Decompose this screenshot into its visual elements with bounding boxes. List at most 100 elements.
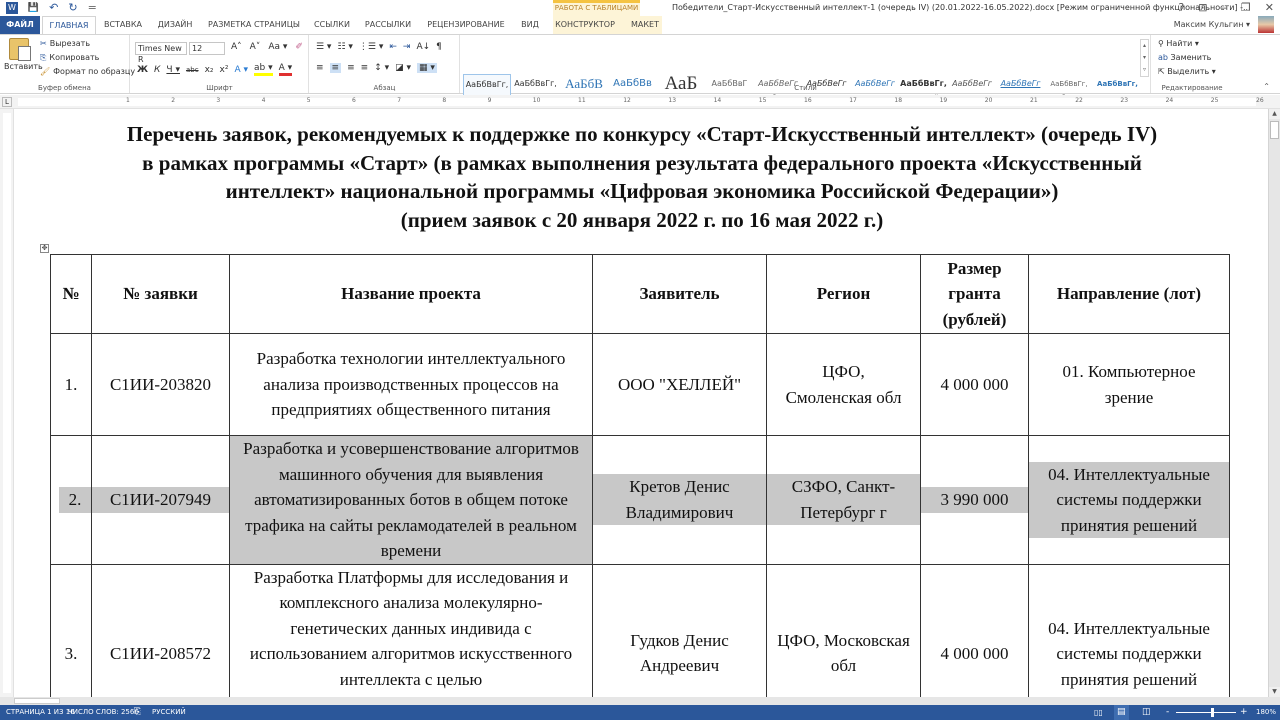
cell-applicant[interactable]: ООО "ХЕЛЛЕЙ" xyxy=(592,333,767,436)
cell-num[interactable]: 1. xyxy=(50,333,92,436)
tab-selector[interactable]: L xyxy=(2,97,12,107)
select-button[interactable]: ⇱ Выделить ▾ xyxy=(1158,67,1216,76)
cell-num[interactable]: 3. xyxy=(50,563,92,697)
increase-indent-button[interactable]: ⇥ xyxy=(403,42,411,52)
tab-mailings[interactable]: РАССЫЛКИ xyxy=(362,16,414,34)
change-case-button[interactable]: Aa ▾ xyxy=(268,42,287,52)
cell-region[interactable]: СЗФО, Санкт-Петербург г xyxy=(766,435,921,565)
proofing-icon[interactable]: ⎘ xyxy=(134,705,141,720)
read-mode-icon[interactable]: ▯▯ xyxy=(1094,705,1103,720)
horizontal-ruler[interactable]: L 1 2 3 4 5 6 7 8 9 10 11 12 13 14 15 16 17 18 19 20 21 22 23 2… xyxy=(0,95,1280,109)
shrink-font-button[interactable]: A˅ xyxy=(250,42,261,52)
undo-icon[interactable]: ↶ xyxy=(49,2,58,14)
grow-font-button[interactable]: A˄ xyxy=(231,42,242,52)
cell-project[interactable]: Разработка Платформы для исследования и … xyxy=(229,563,593,697)
cell-grant[interactable]: 3 990 000 xyxy=(920,435,1029,565)
cell-num[interactable]: 2. xyxy=(50,435,92,565)
clear-format-icon[interactable]: ✐ xyxy=(295,42,303,52)
cell-lot[interactable]: 01. Компьютерное зрение xyxy=(1028,333,1230,436)
shading-button[interactable]: ◪ ▾ xyxy=(395,63,411,73)
line-spacing-button[interactable]: ↕ ▾ xyxy=(374,63,389,73)
cell-app-id[interactable]: С1ИИ-207949 xyxy=(91,435,230,565)
save-icon[interactable]: 💾 xyxy=(28,2,39,14)
bullets-button[interactable]: ☰ ▾ xyxy=(316,42,331,52)
close-icon[interactable]: ✕ xyxy=(1265,1,1274,14)
bold-button[interactable]: Ж xyxy=(137,65,148,75)
minimize-icon[interactable]: – xyxy=(1221,1,1227,14)
copy-button[interactable]: ⎘ Копировать xyxy=(40,53,99,63)
zoom-slider-thumb[interactable] xyxy=(1211,708,1214,717)
scroll-up-icon[interactable]: ▲ xyxy=(1269,109,1280,119)
page-count[interactable]: СТРАНИЦА 1 ИЗ 16 xyxy=(6,705,75,720)
ribbon-display-icon[interactable]: ⊡ xyxy=(1198,1,1207,14)
cell-lot[interactable]: 04. Интеллектуальные системы поддержки п… xyxy=(1028,563,1230,697)
restore-icon[interactable]: ❐ xyxy=(1241,1,1251,14)
tab-page-layout[interactable]: РАЗМЕТКА СТРАНИЦЫ xyxy=(206,16,302,34)
cell-lot[interactable]: 04. Интеллектуальные системы поддержки п… xyxy=(1028,435,1230,565)
cell-grant[interactable]: 4 000 000 xyxy=(920,333,1029,436)
show-marks-button[interactable]: ¶ xyxy=(436,42,442,52)
align-left-button[interactable]: ≡ xyxy=(316,63,324,73)
styles-scroll[interactable]: ▴ ▾ ▿ xyxy=(1140,39,1149,77)
subscript-button[interactable]: x₂ xyxy=(205,65,214,75)
zoom-out-button[interactable]: - xyxy=(1166,705,1169,720)
highlight-button[interactable]: ab ▾ xyxy=(254,63,273,76)
underline-button[interactable]: Ч ▾ xyxy=(166,65,180,75)
customize-qa-icon[interactable]: = xyxy=(88,2,97,14)
scroll-thumb[interactable] xyxy=(1270,121,1279,139)
avatar[interactable] xyxy=(1258,16,1274,33)
print-layout-icon[interactable]: ▤ xyxy=(1114,705,1129,720)
scroll-down-icon[interactable]: ▼ xyxy=(1269,687,1280,697)
help-icon[interactable]: ? xyxy=(1178,1,1184,14)
justify-button[interactable]: ≡ xyxy=(361,63,369,73)
tab-table-design[interactable]: КОНСТРУКТОР xyxy=(553,16,617,34)
align-right-button[interactable]: ≡ xyxy=(347,63,355,73)
multilevel-list-button[interactable]: ⋮☰ ▾ xyxy=(359,42,383,52)
cell-region[interactable]: ЦФО, Московская обл xyxy=(766,563,921,697)
format-painter-button[interactable]: 🖌 Формат по образцу xyxy=(40,67,135,76)
cell-project[interactable]: Разработка и усовершенствование алгоритм… xyxy=(229,435,593,565)
web-layout-icon[interactable]: ◫ xyxy=(1142,705,1151,720)
vertical-ruler[interactable] xyxy=(0,109,14,697)
tab-table-layout[interactable]: МАКЕТ xyxy=(617,16,662,34)
zoom-slider[interactable] xyxy=(1176,712,1236,713)
language[interactable]: РУССКИЙ xyxy=(152,705,186,720)
align-center-button[interactable]: ≡ xyxy=(329,63,342,73)
cell-grant[interactable]: 4 000 000 xyxy=(920,563,1029,697)
italic-button[interactable]: К xyxy=(154,65,160,75)
replace-button[interactable]: ab Заменить xyxy=(1158,53,1211,62)
cell-region[interactable]: ЦФО, Смоленская обл xyxy=(766,333,921,436)
text-effects-button[interactable]: A ▾ xyxy=(234,65,248,75)
redo-icon[interactable]: ↻ xyxy=(68,2,77,14)
collapse-ribbon-icon[interactable]: ⌃ xyxy=(1263,82,1270,91)
strikethrough-button[interactable]: abc xyxy=(186,66,199,74)
find-button[interactable]: ⚲ Найти ▾ xyxy=(1158,39,1199,48)
borders-button[interactable]: ▦ ▾ xyxy=(417,63,437,73)
font-name-select[interactable]: Times New R xyxy=(135,42,187,64)
tab-review[interactable]: РЕЦЕНЗИРОВАНИЕ xyxy=(424,16,508,34)
tab-view[interactable]: ВИД xyxy=(516,16,544,34)
cell-applicant[interactable]: Кретов Денис Владимирович xyxy=(592,435,767,565)
horizontal-scrollbar[interactable] xyxy=(0,697,1280,705)
zoom-in-button[interactable]: + xyxy=(1240,705,1248,720)
cell-app-id[interactable]: С1ИИ-208572 xyxy=(91,563,230,697)
cell-app-id[interactable]: С1ИИ-203820 xyxy=(91,333,230,436)
cell-applicant[interactable]: Гудков Денис Андреевич xyxy=(592,563,767,697)
paste-button[interactable]: Вставить xyxy=(4,38,43,71)
tab-file[interactable]: ФАЙЛ xyxy=(0,16,40,34)
cut-button[interactable]: ✂ Вырезать xyxy=(40,39,90,48)
tab-home[interactable]: ГЛАВНАЯ xyxy=(42,16,96,34)
superscript-button[interactable]: x² xyxy=(220,65,229,75)
document-page[interactable]: Перечень заявок, рекомендуемых к поддерж… xyxy=(14,109,1268,697)
cell-project[interactable]: Разработка технологии интеллектуального … xyxy=(229,333,593,436)
decrease-indent-button[interactable]: ⇤ xyxy=(389,42,397,52)
vertical-scrollbar[interactable]: ▲ ▼ xyxy=(1268,109,1280,697)
tab-insert[interactable]: ВСТАВКА xyxy=(100,16,146,34)
numbering-button[interactable]: ☷ ▾ xyxy=(337,42,352,52)
tab-design[interactable]: ДИЗАЙН xyxy=(152,16,198,34)
sort-button[interactable]: A↓ xyxy=(416,42,430,52)
word-count[interactable]: ЧИСЛО СЛОВ: 2566 xyxy=(68,705,139,720)
table-move-handle[interactable]: ✥ xyxy=(40,244,49,253)
tab-references[interactable]: ССЫЛКИ xyxy=(310,16,354,34)
font-color-button[interactable]: A ▾ xyxy=(278,63,293,76)
